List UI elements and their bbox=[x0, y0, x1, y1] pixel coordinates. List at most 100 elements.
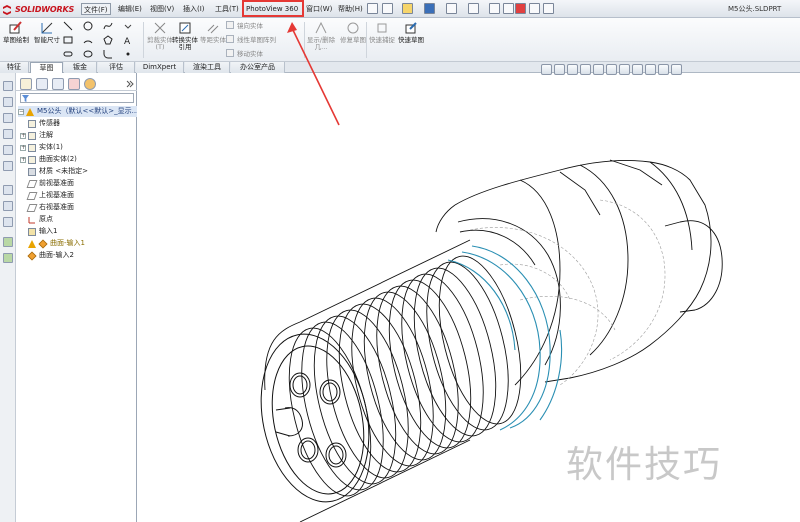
tree-item-front-plane[interactable]: 前视基准面 bbox=[26, 178, 74, 189]
menu-edit[interactable]: 编辑(E) bbox=[116, 3, 144, 15]
sketch-tool-icon[interactable] bbox=[3, 217, 13, 227]
previous-view-icon[interactable] bbox=[567, 64, 578, 75]
sketch-button[interactable]: 草图绘制 bbox=[1, 20, 31, 60]
sketch-tool-icon[interactable] bbox=[3, 201, 13, 211]
ellipse-icon[interactable] bbox=[83, 49, 93, 59]
part-icon[interactable] bbox=[3, 97, 13, 107]
part-icon[interactable] bbox=[3, 129, 13, 139]
chevron-right-icon[interactable] bbox=[126, 80, 134, 88]
hide-show-items-icon[interactable] bbox=[632, 64, 643, 75]
spline-icon[interactable] bbox=[103, 21, 113, 31]
print-icon[interactable] bbox=[446, 3, 457, 14]
move-entities-button[interactable]: 移动实体 bbox=[226, 48, 263, 58]
menu-file[interactable]: 文件(F) bbox=[81, 3, 111, 15]
slot-icon[interactable] bbox=[63, 49, 73, 59]
open-folder-icon[interactable] bbox=[402, 3, 413, 14]
repair-sketch-button[interactable]: 修复草图 bbox=[338, 20, 368, 60]
expand-toggle[interactable]: + bbox=[20, 156, 26, 163]
convert-entities-button[interactable]: 转换实体引用 bbox=[170, 20, 200, 60]
offset-entities-button[interactable]: 等距实体 bbox=[198, 20, 228, 60]
line-icon[interactable] bbox=[63, 21, 73, 31]
expand-toggle[interactable]: + bbox=[20, 132, 26, 139]
options-icon[interactable] bbox=[543, 3, 554, 14]
new-document-icon[interactable] bbox=[382, 3, 393, 14]
solidworks-window: SOLIDWORKS 文件(F) 编辑(E) 视图(V) 插入(I) 工具(T)… bbox=[0, 0, 800, 522]
undo-icon[interactable] bbox=[468, 3, 479, 14]
tree-item-surface-import1[interactable]: 曲面-输入1 bbox=[28, 238, 85, 249]
file-properties-icon[interactable] bbox=[529, 3, 540, 14]
tree-item-surface-bodies[interactable]: + 曲面实体(2) bbox=[20, 154, 77, 165]
part-icon[interactable] bbox=[3, 161, 13, 171]
circle-icon[interactable] bbox=[83, 21, 93, 31]
layer-icon[interactable] bbox=[3, 237, 13, 247]
tab-sheet-metal[interactable]: 钣金 bbox=[64, 62, 97, 73]
rebuild-icon[interactable] bbox=[515, 3, 526, 14]
offset-icon bbox=[207, 24, 219, 34]
expand-toggle[interactable]: − bbox=[18, 108, 24, 115]
mirror-icon bbox=[226, 21, 234, 29]
pin-icon[interactable] bbox=[367, 3, 378, 14]
menu-tools[interactable]: 工具(T) bbox=[213, 3, 241, 15]
tree-item-label: 传感器 bbox=[39, 119, 60, 127]
fillet-icon[interactable] bbox=[103, 49, 113, 59]
tab-features[interactable]: 特征 bbox=[0, 62, 29, 73]
menu-view[interactable]: 视图(V) bbox=[148, 3, 176, 15]
save-icon[interactable] bbox=[424, 3, 435, 14]
point-icon[interactable] bbox=[123, 49, 133, 59]
part-icon[interactable] bbox=[3, 113, 13, 123]
tree-item-solid-bodies[interactable]: + 实体(1) bbox=[20, 142, 63, 153]
quick-snaps-button[interactable]: 快速捕捉 bbox=[367, 20, 397, 60]
edit-appearance-icon[interactable] bbox=[645, 64, 656, 75]
display-manager-icon[interactable] bbox=[84, 78, 96, 90]
zoom-to-fit-icon[interactable] bbox=[541, 64, 552, 75]
menu-help[interactable]: 帮助(H) bbox=[336, 3, 365, 15]
tree-root[interactable]: − M5公头（默认<<默认>_显示... bbox=[18, 106, 139, 117]
tab-office-products[interactable]: 办公室产品 bbox=[231, 62, 285, 73]
expand-toggle[interactable]: + bbox=[20, 144, 26, 151]
surface-import-icon bbox=[38, 238, 48, 249]
section-view-icon[interactable] bbox=[580, 64, 591, 75]
polygon-icon[interactable] bbox=[103, 35, 113, 45]
rapid-sketch-button[interactable]: 快速草图 bbox=[396, 20, 426, 60]
tree-item-annotations[interactable]: + 注解 bbox=[20, 130, 53, 141]
zoom-to-area-icon[interactable] bbox=[554, 64, 565, 75]
rectangle-icon[interactable] bbox=[63, 35, 73, 45]
tree-item-top-plane[interactable]: 上视基准面 bbox=[26, 190, 74, 201]
select-icon[interactable] bbox=[489, 3, 500, 14]
view-orientation-icon[interactable] bbox=[606, 64, 617, 75]
text-icon[interactable]: A bbox=[123, 35, 133, 45]
apply-scene-icon[interactable] bbox=[658, 64, 669, 75]
dynamic-annotation-icon[interactable] bbox=[593, 64, 604, 75]
feature-manager-icon[interactable] bbox=[20, 78, 32, 90]
tab-render-tools[interactable]: 渲染工具 bbox=[185, 62, 230, 73]
tree-item-surface-import2[interactable]: 曲面-输入2 bbox=[27, 250, 74, 261]
tree-item-material[interactable]: 材质 <未指定> bbox=[28, 166, 88, 177]
menu-insert[interactable]: 插入(I) bbox=[181, 3, 207, 15]
menu-window[interactable]: 窗口(W) bbox=[304, 3, 334, 15]
view-settings-icon[interactable] bbox=[671, 64, 682, 75]
tab-dimxpert[interactable]: DimXpert bbox=[136, 62, 184, 73]
tree-item-origin[interactable]: 原点 bbox=[28, 214, 53, 225]
display-style-icon[interactable] bbox=[619, 64, 630, 75]
display-delete-relations-button[interactable]: 显示/删除几... bbox=[306, 20, 336, 60]
part-icon[interactable] bbox=[3, 145, 13, 155]
chevron-down-icon[interactable] bbox=[123, 21, 133, 31]
layer-icon[interactable] bbox=[3, 253, 13, 263]
tree-item-import1[interactable]: 输入1 bbox=[28, 226, 57, 237]
tab-sketch[interactable]: 草图 bbox=[30, 62, 63, 73]
property-manager-icon[interactable] bbox=[36, 78, 48, 90]
configuration-manager-icon[interactable] bbox=[52, 78, 64, 90]
tab-evaluate[interactable]: 评估 bbox=[98, 62, 135, 73]
smart-dimension-button[interactable]: 智能尺寸 bbox=[32, 20, 62, 60]
sketch-tool-icon[interactable] bbox=[3, 185, 13, 195]
tree-item-sensors[interactable]: 传感器 bbox=[28, 118, 60, 129]
part-icon[interactable] bbox=[3, 81, 13, 91]
sketch-icon bbox=[9, 21, 22, 34]
mirror-entities-button[interactable]: 镜向实体 bbox=[226, 20, 263, 30]
linear-pattern-button[interactable]: 线性草图阵列 bbox=[226, 34, 276, 44]
filter-input[interactable] bbox=[20, 93, 134, 103]
arc-icon[interactable] bbox=[83, 35, 93, 45]
tree-item-right-plane[interactable]: 右视基准面 bbox=[26, 202, 74, 213]
dimxpert-manager-icon[interactable] bbox=[68, 78, 80, 90]
select-dropdown-icon[interactable] bbox=[503, 3, 514, 14]
